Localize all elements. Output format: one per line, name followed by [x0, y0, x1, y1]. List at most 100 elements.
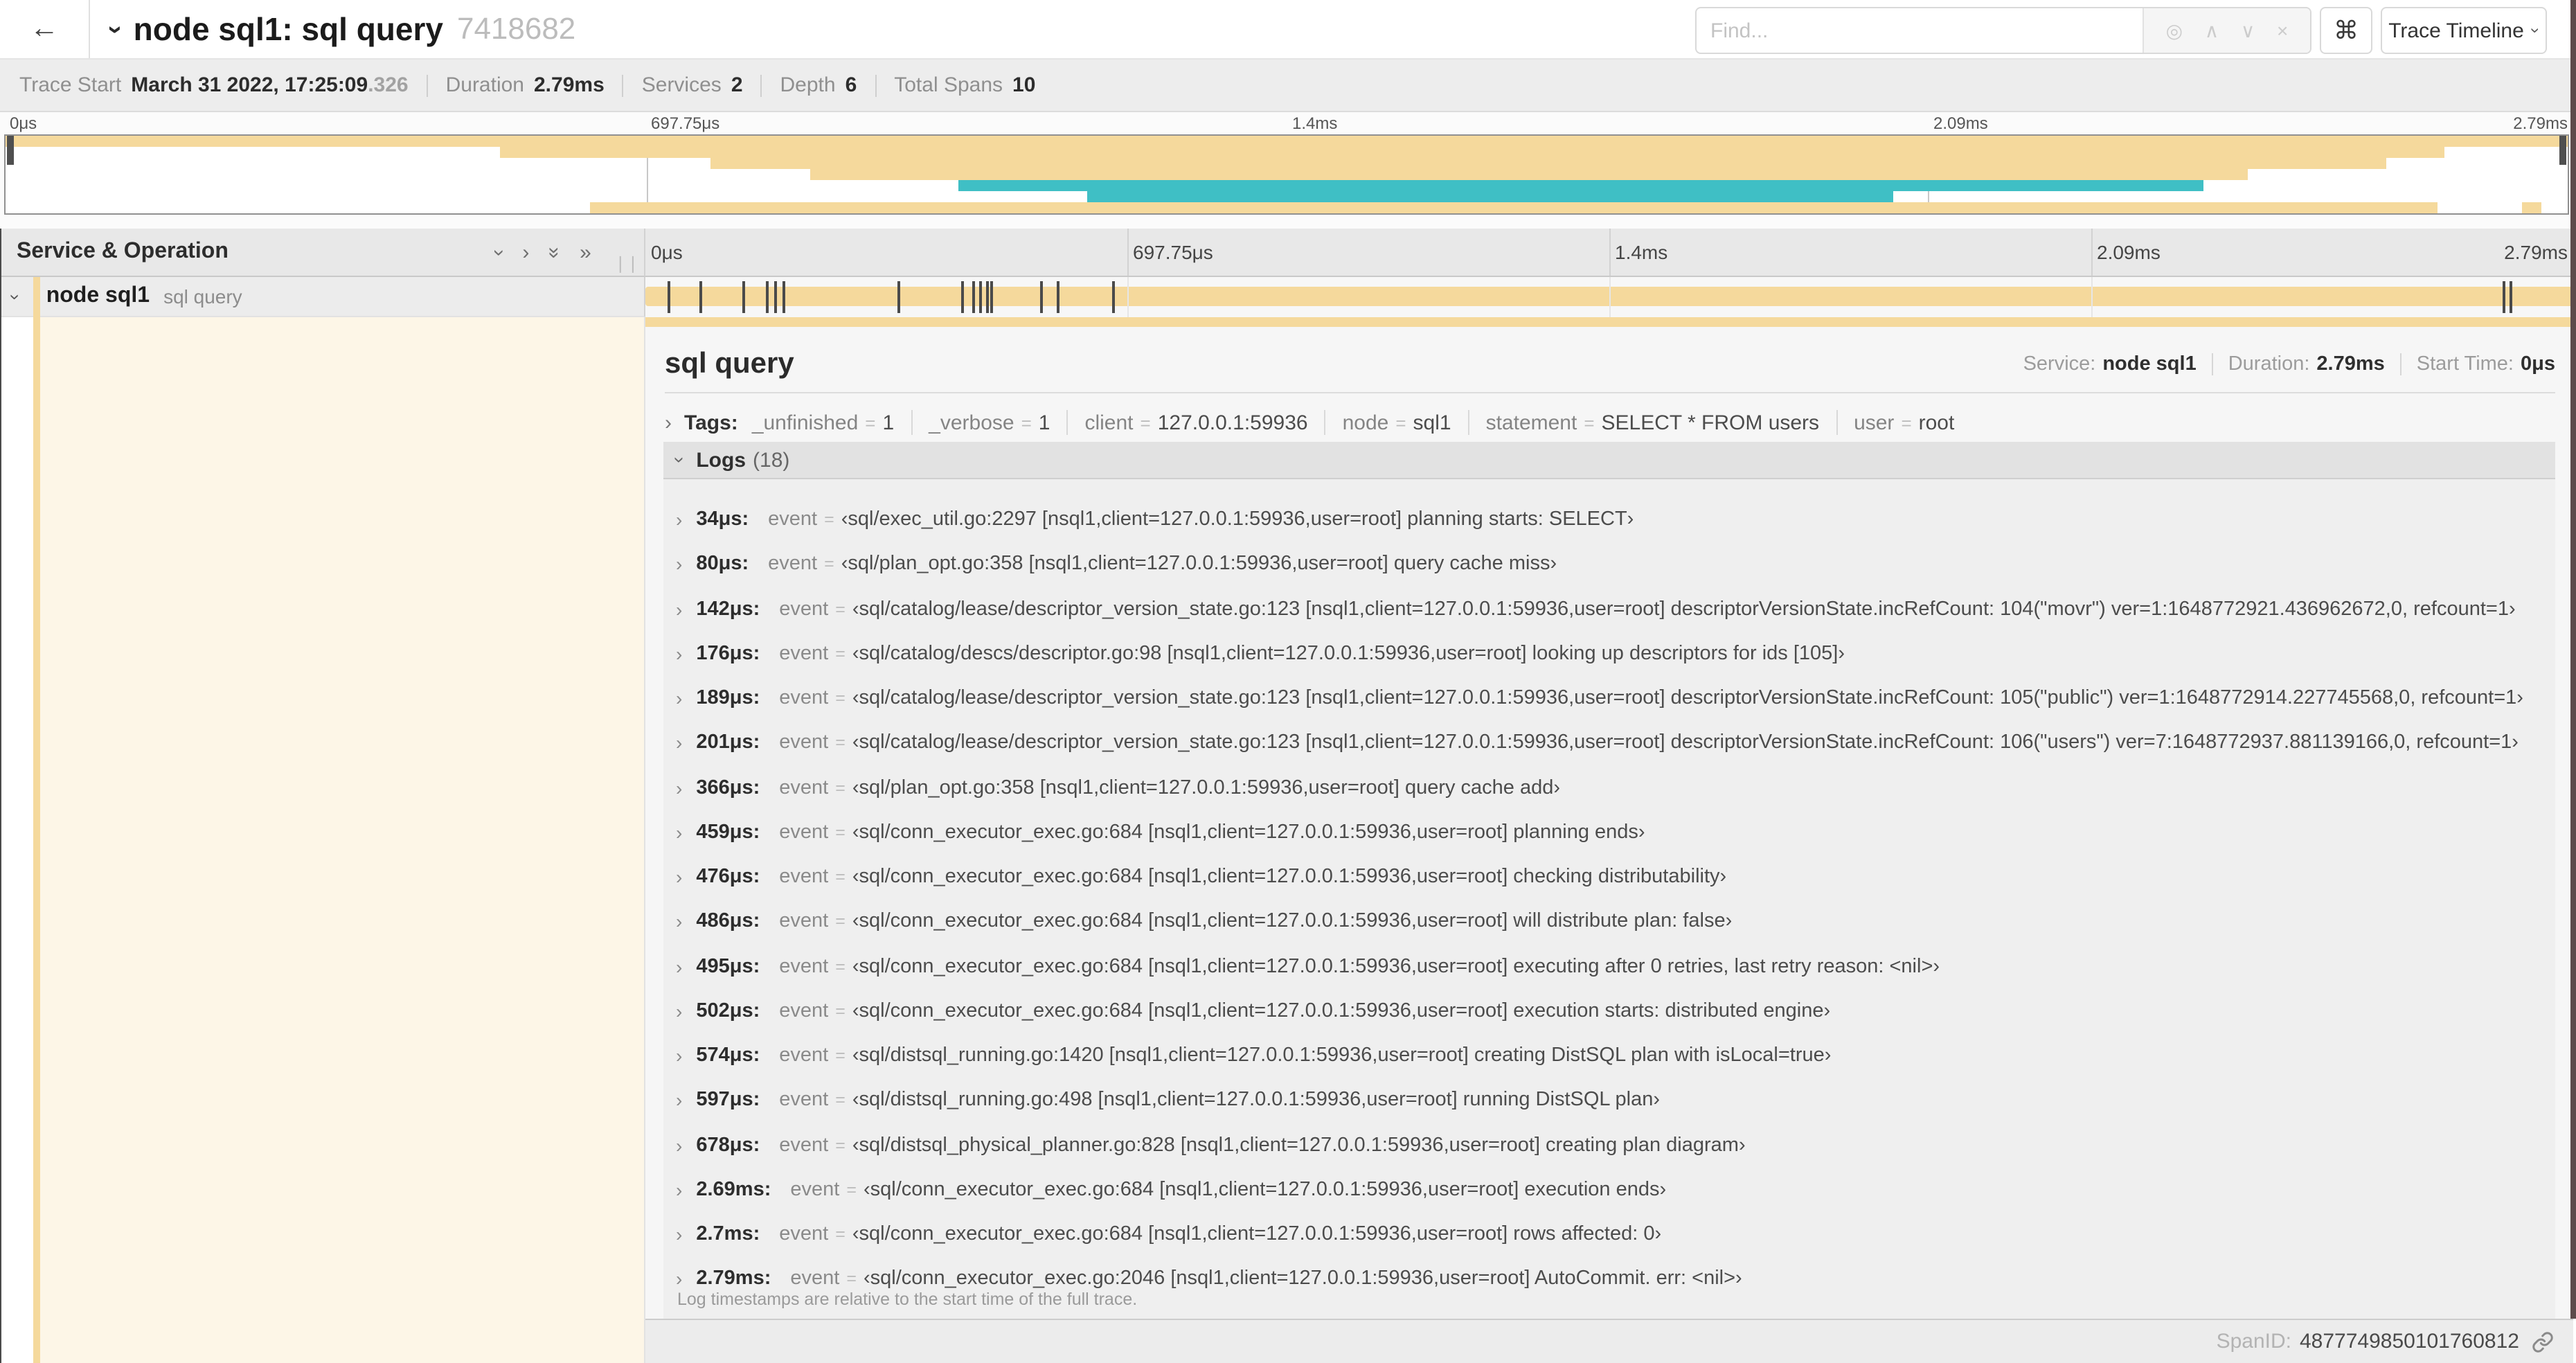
chevron-right-icon[interactable]: ›	[676, 1044, 682, 1067]
tag-item[interactable]: user = root	[1854, 411, 1954, 434]
log-entry[interactable]: › 366μs: event = ‹sql/plan_opt.go:358 [nsql1…	[676, 774, 2550, 801]
collapse-all-icon[interactable]: »	[543, 247, 566, 258]
keyboard-shortcuts-button[interactable]: ⌘	[2320, 7, 2372, 54]
log-entry[interactable]: › 80μs: event = ‹sql/plan_opt.go:358 [nsql1,…	[676, 551, 2550, 578]
log-field-name: event	[779, 1134, 829, 1156]
chevron-right-icon[interactable]: ›	[676, 1223, 682, 1245]
log-field-name: event	[779, 955, 829, 977]
expand-one-icon[interactable]: ›	[522, 242, 529, 262]
tag-equals: =	[1140, 412, 1151, 433]
summary-label: Total Spans	[894, 73, 1003, 97]
log-entry[interactable]: › 2.79ms: event = ‹sql/conn_executor_exec.go…	[676, 1265, 2550, 1293]
link-icon[interactable]	[2532, 1330, 2554, 1353]
chevron-right-icon[interactable]: ›	[676, 1000, 682, 1022]
log-entry[interactable]: › 2.69ms: event = ‹sql/conn_executor_exec.go…	[676, 1176, 2550, 1204]
chevron-right-icon[interactable]: ›	[676, 1089, 682, 1112]
chevron-right-icon[interactable]: ›	[676, 1268, 682, 1290]
log-field-name: event	[779, 821, 829, 844]
tag-key: node	[1342, 411, 1389, 434]
log-marker[interactable]	[990, 281, 994, 313]
log-marker[interactable]	[742, 281, 745, 313]
next-match-icon[interactable]: ∨	[2241, 19, 2255, 42]
tag-item[interactable]: _unfinished = 1	[752, 411, 894, 434]
log-entry[interactable]: › 459μs: event = ‹sql/conn_executor_exec.go:…	[676, 819, 2550, 846]
chevron-right-icon[interactable]: ›	[676, 598, 682, 620]
tag-equals: =	[1584, 412, 1595, 433]
log-message: ‹sql/conn_executor_exec.go:684 [nsql1,cl…	[852, 1223, 1662, 1245]
log-entry[interactable]: › 678μs: event = ‹sql/distsql_physical_plann…	[676, 1131, 2550, 1159]
chevron-right-icon[interactable]: ›	[676, 553, 682, 576]
log-entry[interactable]: › 34μs: event = ‹sql/exec_util.go:2297 [nsql…	[676, 506, 2550, 533]
log-marker[interactable]	[1112, 281, 1116, 313]
vertical-scrollbar[interactable]	[2570, 0, 2576, 1319]
log-entry[interactable]: › 495μs: event = ‹sql/conn_executor_exec.go:…	[676, 952, 2550, 980]
log-entry[interactable]: › 201μs: event = ‹sql/catalog/lease/descript…	[676, 729, 2550, 757]
logs-section: › Logs (18) › 34μs: event = ‹sql/exec_util.g…	[663, 442, 2555, 1319]
chevron-right-icon[interactable]: ›	[676, 1134, 682, 1156]
log-marker[interactable]	[774, 281, 778, 313]
collapse-one-icon[interactable]: ›	[488, 249, 511, 256]
axis-tick-label: 2.79ms	[2504, 241, 2568, 263]
chevron-right-icon[interactable]: ›	[676, 508, 682, 531]
log-entry[interactable]: › 597μs: event = ‹sql/distsql_running.go:498…	[676, 1087, 2550, 1114]
minimap-span-bar	[1086, 191, 1894, 202]
prev-match-icon[interactable]: ∧	[2205, 19, 2219, 42]
log-entry[interactable]: › 574μs: event = ‹sql/distsql_running.go:142…	[676, 1042, 2550, 1069]
log-entry[interactable]: › 189μs: event = ‹sql/catalog/lease/descript…	[676, 684, 2550, 712]
log-marker[interactable]	[985, 281, 989, 313]
tag-item[interactable]: client = 127.0.0.1:59936	[1084, 411, 1307, 434]
log-marker[interactable]	[972, 281, 976, 313]
minimap-canvas[interactable]	[4, 134, 2569, 215]
logs-header[interactable]: › Logs (18)	[663, 442, 2555, 479]
clear-search-icon[interactable]: ×	[2277, 19, 2288, 42]
log-entry[interactable]: › 486μs: event = ‹sql/conn_executor_exec.go:…	[676, 908, 2550, 936]
log-marker[interactable]	[1040, 281, 1044, 313]
log-marker[interactable]	[961, 281, 964, 313]
log-marker[interactable]	[782, 281, 786, 313]
chevron-right-icon[interactable]: ›	[676, 643, 682, 665]
log-marker[interactable]	[765, 281, 769, 313]
log-marker[interactable]	[2503, 281, 2506, 313]
column-resizer-handle[interactable]: ❘❘	[614, 253, 640, 273]
find-input[interactable]	[1697, 8, 2143, 53]
log-marker[interactable]	[897, 281, 900, 313]
chevron-right-icon[interactable]: ›	[676, 955, 682, 977]
chevron-down-icon[interactable]: ›	[5, 294, 26, 300]
tag-item[interactable]: _verbose = 1	[929, 411, 1050, 434]
log-entry[interactable]: › 2.7ms: event = ‹sql/conn_executor_exec.go:…	[676, 1220, 2550, 1248]
log-entry[interactable]: › 142μs: event = ‹sql/catalog/lease/descript…	[676, 595, 2550, 623]
chevron-right-icon[interactable]: ›	[676, 732, 682, 754]
scroll-to-match-icon[interactable]: ◎	[2166, 19, 2183, 42]
log-entry[interactable]: › 176μs: event = ‹sql/catalog/descs/descript…	[676, 640, 2550, 668]
log-marker[interactable]	[1056, 281, 1059, 313]
chevron-right-icon[interactable]: ›	[665, 411, 672, 434]
chevron-right-icon[interactable]: ›	[676, 687, 682, 709]
expand-all-icon[interactable]: »	[580, 242, 591, 262]
chevron-right-icon[interactable]: ›	[676, 1179, 682, 1201]
log-timestamp: 502μs:	[696, 999, 760, 1022]
tag-item[interactable]: statement = SELECT * FROM users	[1486, 411, 1819, 434]
log-entry[interactable]: › 476μs: event = ‹sql/conn_executor_exec.go:…	[676, 863, 2550, 891]
chevron-right-icon[interactable]: ›	[676, 911, 682, 933]
chevron-right-icon[interactable]: ›	[676, 776, 682, 799]
view-selector-button[interactable]: Trace Timeline ›	[2381, 7, 2547, 54]
tag-item[interactable]: node = sql1	[1343, 411, 1451, 434]
log-marker[interactable]	[667, 281, 670, 313]
log-entry[interactable]: › 502μs: event = ‹sql/conn_executor_exec.go:…	[676, 997, 2550, 1025]
chevron-down-icon[interactable]: ›	[100, 25, 129, 34]
chevron-right-icon[interactable]: ›	[676, 821, 682, 844]
log-marker[interactable]	[2510, 281, 2513, 313]
minimap-right-scrubber[interactable]	[2559, 136, 2566, 165]
tags-row[interactable]: › Tags: _unfinished = 1 _verbose = 1 client = 12…	[665, 404, 2555, 440]
span-color-stripe	[33, 277, 40, 317]
log-marker[interactable]	[979, 281, 983, 313]
log-timestamp: 2.69ms:	[696, 1178, 771, 1201]
minimap-left-scrubber[interactable]	[7, 136, 14, 165]
chevron-right-icon[interactable]: ›	[676, 866, 682, 888]
summary-label: Services	[641, 73, 722, 97]
span-row-name-cell[interactable]: › node sql1 sql query	[0, 277, 645, 317]
log-timestamp: 2.79ms:	[696, 1267, 771, 1290]
log-marker[interactable]	[699, 281, 702, 313]
axis-gridline	[1127, 229, 1129, 276]
back-button[interactable]: ←	[0, 0, 90, 58]
